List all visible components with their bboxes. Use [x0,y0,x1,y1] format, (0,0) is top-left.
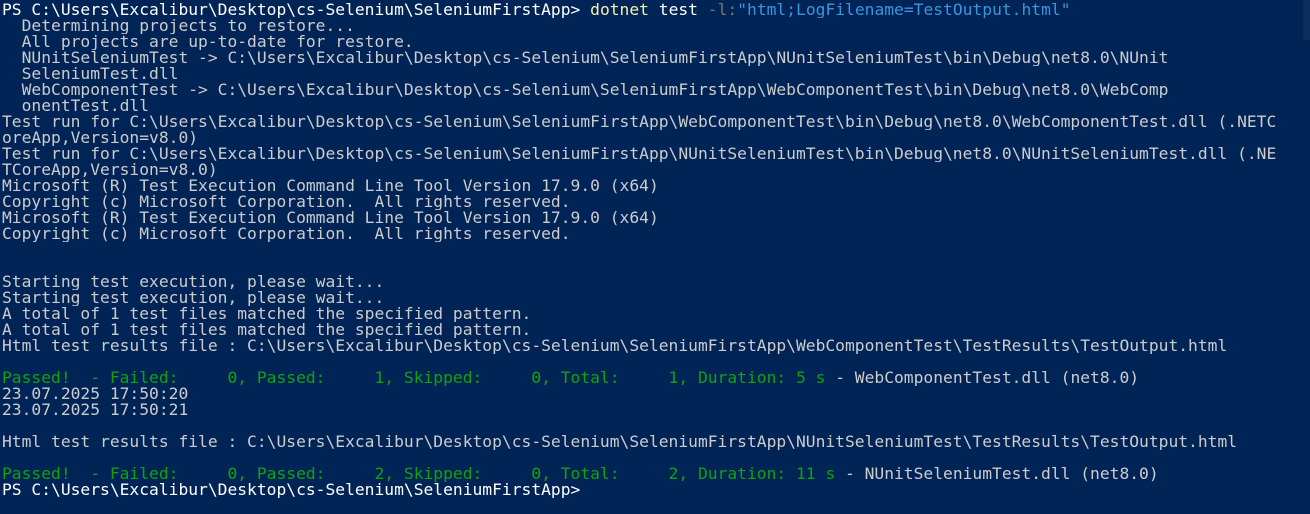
output-line: oreApp,Version=v8.0) [2,130,199,146]
output-line: onentTest.dll [2,98,150,114]
output-line: Copyright (c) Microsoft Corporation. All… [2,194,571,210]
powershell-terminal[interactable]: PS C:\Users\Excalibur\Desktop\cs-Seleniu… [0,0,1310,514]
output-line: Test run for C:\Users\Excalibur\Desktop\… [2,146,1277,162]
output-line: WebComponentTest -> C:\Users\Excalibur\D… [2,82,1169,98]
output-line: Microsoft (R) Test Execution Command Lin… [2,178,659,194]
output-line: Starting test execution, please wait... [2,290,385,306]
timestamp-line: 23.07.2025 17:50:20 [2,386,189,402]
output-line: Test run for C:\Users\Excalibur\Desktop\… [2,114,1277,130]
output-line: Starting test execution, please wait... [2,274,385,290]
scrollbar[interactable] [1303,0,1310,514]
prompt: PS C:\Users\Excalibur\Desktop\cs-Seleniu… [2,482,581,498]
output-line: Copyright (c) Microsoft Corporation. All… [2,226,571,242]
output-line: A total of 1 test files matched the spec… [2,306,532,322]
results-file-line: Html test results file : C:\Users\Excali… [2,434,1238,450]
passed-summary: Passed! - Failed: 0, Passed: 2, Skipped:… [2,466,836,482]
output-line: SeleniumTest.dll [2,66,179,82]
command-parameter: -l: [707,2,738,18]
output-line: Determining projects to restore... [2,18,355,34]
scrollbar-thumb[interactable] [1303,0,1310,40]
output-line: All projects are up-to-date for restore. [2,34,414,50]
command-name: dotnet [590,2,649,18]
output-line: NUnitSeleniumTest -> C:\Users\Excalibur\… [2,50,1169,66]
passed-summary: Passed! - Failed: 0, Passed: 1, Skipped:… [2,370,826,386]
output-line: Microsoft (R) Test Execution Command Lin… [2,210,659,226]
final-prompt-line: PS C:\Users\Excalibur\Desktop\cs-Seleniu… [0,482,1310,498]
test-summary-line: Passed! - Failed: 0, Passed: 2, Skipped:… [0,466,1310,482]
command-string: "html;LogFilename=TestOutput.html" [737,2,1071,18]
assembly-info: - NUnitSeleniumTest.dll (net8.0) [835,466,1159,482]
assembly-info: - WebComponentTest.dll (net8.0) [825,370,1140,386]
output-line: A total of 1 test files matched the spec… [2,322,532,338]
results-file-line: Html test results file : C:\Users\Excali… [2,338,1228,354]
test-summary-line: Passed! - Failed: 0, Passed: 1, Skipped:… [0,370,1310,386]
text-cursor [580,483,589,498]
command-line: PS C:\Users\Excalibur\Desktop\cs-Seleniu… [0,2,1310,18]
command-argument: test [648,2,708,18]
timestamp-line: 23.07.2025 17:50:21 [2,402,189,418]
output-line: TCoreApp,Version=v8.0) [2,162,218,178]
prompt: PS C:\Users\Excalibur\Desktop\cs-Seleniu… [2,2,591,18]
